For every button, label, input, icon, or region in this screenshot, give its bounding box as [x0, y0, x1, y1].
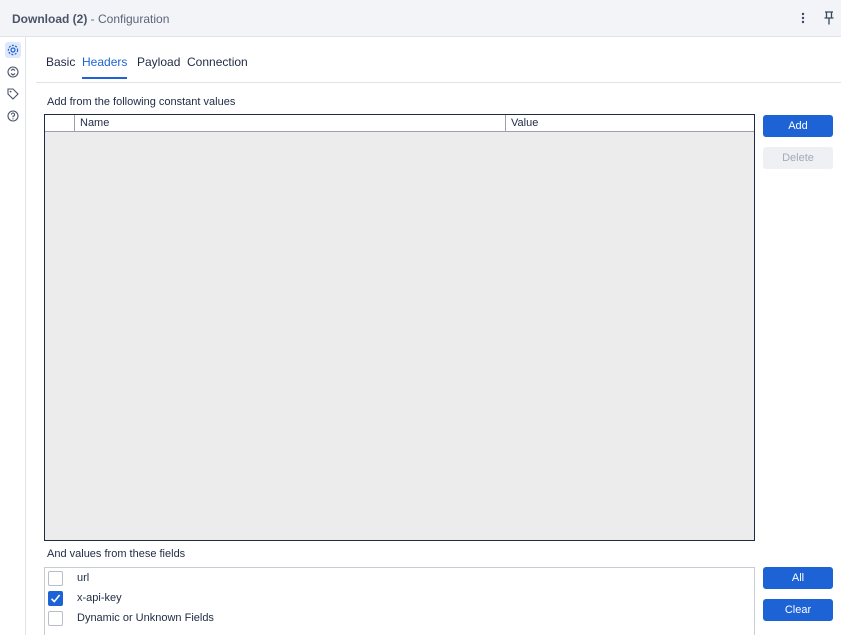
field-label: url: [77, 572, 90, 584]
list-item[interactable]: Dynamic or Unknown Fields: [45, 610, 754, 630]
fields-list: url x-api-key Dynamic or Unknown Fields: [44, 567, 755, 635]
window-title-suffix: - Configuration: [87, 12, 170, 26]
title-actions: [795, 8, 837, 28]
pin-icon[interactable]: [821, 8, 837, 28]
window-title: Download (2) - Configuration: [12, 12, 169, 26]
field-checkbox-dynamic-unknown[interactable]: [48, 611, 63, 626]
field-checkbox-x-api-key[interactable]: [48, 591, 63, 606]
constants-grid[interactable]: Name Value: [44, 114, 755, 541]
column-header-value[interactable]: Value: [506, 115, 754, 131]
delete-button: Delete: [763, 147, 833, 169]
tab-connection[interactable]: Connection: [187, 55, 248, 77]
list-item[interactable]: url: [45, 570, 754, 590]
column-header-name[interactable]: Name: [75, 115, 506, 131]
checkmark-icon: [50, 594, 61, 603]
kebab-menu-icon[interactable]: [795, 8, 811, 28]
tab-basic[interactable]: Basic: [46, 55, 75, 77]
field-checkbox-url[interactable]: [48, 571, 63, 586]
fields-section-label: And values from these fields: [47, 548, 186, 560]
window-title-tool: Download (2): [12, 12, 88, 26]
tab-headers[interactable]: Headers: [82, 55, 128, 79]
tab-bar: Basic Headers Payload Connection: [36, 37, 841, 83]
add-button[interactable]: Add: [763, 115, 833, 137]
clear-button[interactable]: Clear: [763, 599, 833, 621]
list-item[interactable]: x-api-key: [45, 590, 754, 610]
grid-row-header-cell: [45, 115, 75, 131]
help-icon[interactable]: [5, 108, 21, 124]
constants-section-label: Add from the following constant values: [47, 96, 236, 108]
gear-icon[interactable]: [5, 42, 21, 58]
tab-payload[interactable]: Payload: [137, 55, 180, 77]
field-label: x-api-key: [77, 592, 122, 604]
tag-icon[interactable]: [5, 86, 21, 102]
left-icon-rail: [0, 37, 26, 635]
all-button[interactable]: All: [763, 567, 833, 589]
field-label: Dynamic or Unknown Fields: [77, 612, 214, 624]
title-bar: Download (2) - Configuration: [0, 0, 841, 37]
circle-arrows-icon[interactable]: [5, 64, 21, 80]
grid-header: Name Value: [45, 115, 754, 132]
